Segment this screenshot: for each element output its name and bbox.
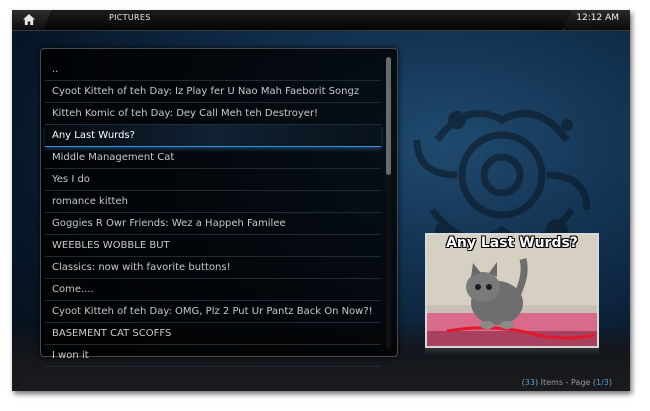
clock-tab: 12:12 AM bbox=[563, 10, 630, 30]
list-item[interactable]: Come.... bbox=[45, 279, 381, 301]
clock: 12:12 AM bbox=[576, 13, 619, 23]
kitten-image bbox=[427, 235, 597, 346]
list-item[interactable]: romance kitteh bbox=[45, 191, 381, 213]
list-item[interactable]: Middle Management Cat bbox=[45, 147, 381, 169]
list-item[interactable]: Goggies R Owr Friends: Wez a Happeh Fami… bbox=[45, 213, 381, 235]
list-item[interactable]: I won it bbox=[45, 345, 381, 367]
item-count: 33 bbox=[524, 378, 535, 387]
thumbnail-reflection bbox=[425, 347, 599, 355]
list-item[interactable]: WEEBLES WOBBLE BUT bbox=[45, 235, 381, 257]
list-item[interactable]: .. bbox=[45, 59, 381, 81]
list-item[interactable]: Any Last Wurds? bbox=[45, 125, 381, 147]
section-title: PICTURES bbox=[109, 13, 151, 22]
page-indicator: 1/3 bbox=[596, 378, 609, 387]
home-icon bbox=[23, 14, 35, 25]
page-status: (33) Items - Page (1/3) bbox=[521, 378, 612, 387]
scrollbar[interactable] bbox=[386, 57, 391, 349]
list-item[interactable]: Yes I do bbox=[45, 169, 381, 191]
list-item[interactable]: Cyoot Kitteh of teh Day: Iz Play fer U N… bbox=[45, 81, 381, 103]
file-list-panel: .. Cyoot Kitteh of teh Day: Iz Play fer U… bbox=[40, 48, 398, 367]
list-item[interactable]: Classics: now with favorite buttons! bbox=[45, 257, 381, 279]
top-bar: PICTURES 12:12 AM bbox=[12, 10, 630, 31]
list-item[interactable]: BASEMENT CAT SCOFFS bbox=[45, 323, 381, 345]
file-list: .. Cyoot Kitteh of teh Day: Iz Play fer U… bbox=[45, 59, 381, 367]
home-button[interactable] bbox=[12, 10, 51, 30]
list-item[interactable]: Cyoot Kitteh of teh Day: OMG, Plz 2 Put … bbox=[45, 301, 381, 323]
list-item[interactable]: Kitteh Komic of teh Day: Dey Call Meh te… bbox=[45, 103, 381, 125]
items-page-label: Items - Page bbox=[540, 378, 591, 387]
scrollbar-thumb[interactable] bbox=[386, 57, 391, 175]
app-window: PICTURES 12:12 AM .. Cyoot Kitteh of teh … bbox=[12, 10, 630, 391]
preview-caption: Any Last Wurds? bbox=[446, 235, 578, 251]
preview-thumbnail: Any Last Wurds? bbox=[425, 233, 599, 348]
